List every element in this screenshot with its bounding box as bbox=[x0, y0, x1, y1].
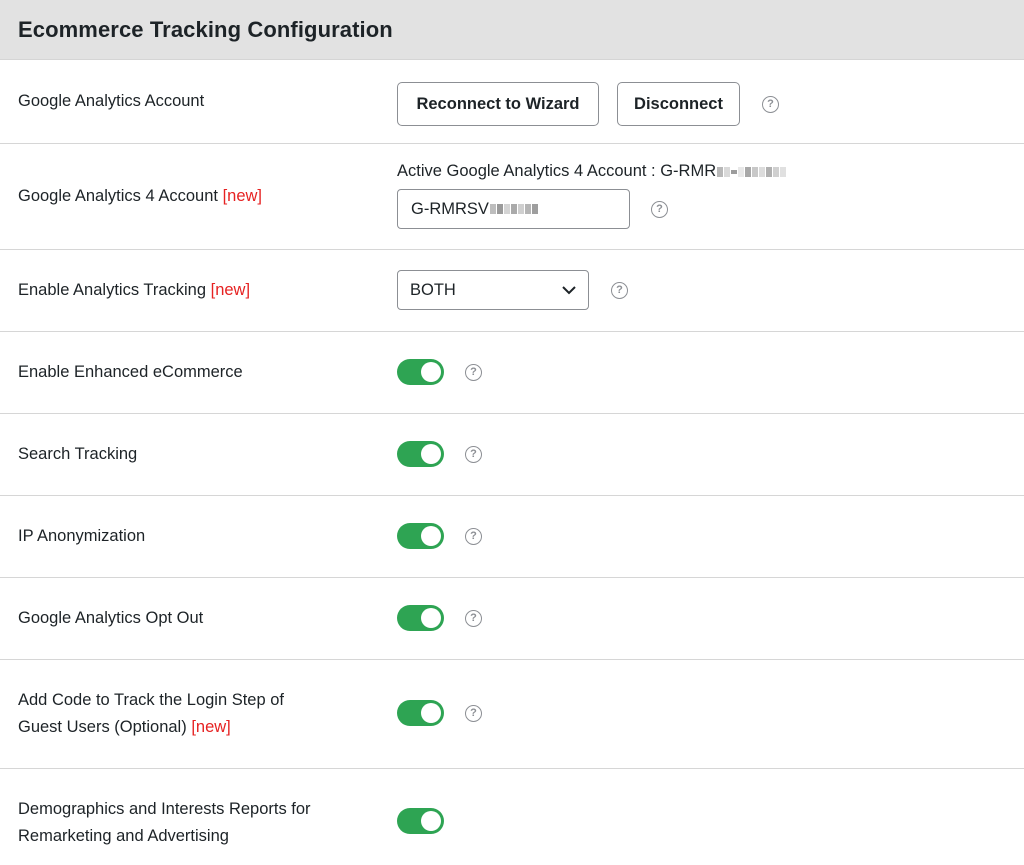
row-demographics: Demographics and Interests Reports for R… bbox=[0, 769, 1024, 865]
help-icon[interactable]: ? bbox=[651, 200, 668, 218]
enhanced-ecommerce-controls: ? bbox=[397, 359, 482, 385]
disconnect-button[interactable]: Disconnect bbox=[617, 82, 740, 126]
demographics-label-line1: Demographics and Interests Reports for bbox=[18, 800, 311, 818]
enhanced-ecommerce-label: Enable Enhanced eCommerce bbox=[18, 363, 243, 381]
help-icon[interactable]: ? bbox=[762, 95, 779, 113]
guest-login-toggle[interactable] bbox=[397, 700, 444, 726]
chevron-down-icon bbox=[562, 285, 576, 294]
help-icon[interactable]: ? bbox=[611, 281, 628, 299]
demographics-toggle[interactable] bbox=[397, 808, 444, 834]
search-tracking-label: Search Tracking bbox=[18, 445, 138, 463]
redacted-id-mask bbox=[717, 166, 787, 177]
ga4-account-controls: Active Google Analytics 4 Account : G-RM… bbox=[397, 162, 787, 229]
ga4-account-label: Google Analytics 4 Account [new] bbox=[18, 183, 378, 210]
row-ga-opt-out: Google Analytics Opt Out ? bbox=[0, 578, 1024, 660]
redacted-input-mask bbox=[489, 204, 538, 214]
demographics-controls bbox=[397, 808, 444, 834]
help-icon[interactable]: ? bbox=[465, 363, 482, 381]
row-ga-account: Google Analytics Account Reconnect to Wi… bbox=[0, 60, 1024, 144]
row-enhanced-ecommerce: Enable Enhanced eCommerce ? bbox=[0, 332, 1024, 414]
row-ga4-account: Google Analytics 4 Account [new] Active … bbox=[0, 144, 1024, 250]
ga4-measurement-id-input[interactable]: G-RMRSV bbox=[397, 189, 630, 229]
ip-anonymization-toggle[interactable] bbox=[397, 523, 444, 549]
ecommerce-tracking-panel: Ecommerce Tracking Configuration Google … bbox=[0, 0, 1024, 865]
page-title: Ecommerce Tracking Configuration bbox=[18, 16, 393, 42]
demographics-label-line2: Remarketing and Advertising bbox=[18, 827, 229, 845]
search-tracking-controls: ? bbox=[397, 441, 482, 467]
search-tracking-toggle[interactable] bbox=[397, 441, 444, 467]
ga4-account-label-text: Google Analytics 4 Account bbox=[18, 187, 218, 205]
guest-login-label-line2: Guest Users (Optional) bbox=[18, 718, 187, 736]
ga4-input-value: G-RMRSV bbox=[411, 199, 489, 218]
ga-account-controls: Reconnect to Wizard Disconnect ? bbox=[397, 82, 779, 126]
analytics-tracking-controls: BOTH ? bbox=[397, 270, 628, 310]
panel-header: Ecommerce Tracking Configuration bbox=[0, 0, 1024, 60]
row-ip-anonymization: IP Anonymization ? bbox=[0, 496, 1024, 578]
new-badge: [new] bbox=[191, 718, 231, 736]
reconnect-wizard-button[interactable]: Reconnect to Wizard bbox=[397, 82, 599, 126]
guest-login-label-line1: Add Code to Track the Login Step of bbox=[18, 691, 285, 709]
active-ga4-account-label: Active Google Analytics 4 Account : G-RM… bbox=[397, 162, 717, 180]
new-badge: [new] bbox=[222, 187, 262, 205]
ga-opt-out-toggle[interactable] bbox=[397, 605, 444, 631]
help-icon[interactable]: ? bbox=[465, 527, 482, 545]
row-analytics-tracking: Enable Analytics Tracking [new] BOTH ? bbox=[0, 250, 1024, 332]
active-ga4-account-text: Active Google Analytics 4 Account : G-RM… bbox=[397, 162, 787, 181]
help-icon[interactable]: ? bbox=[465, 445, 482, 463]
row-search-tracking: Search Tracking ? bbox=[0, 414, 1024, 496]
ip-anonymization-controls: ? bbox=[397, 523, 482, 549]
ga-account-label: Google Analytics Account bbox=[18, 92, 205, 110]
analytics-tracking-select[interactable]: BOTH bbox=[397, 270, 589, 310]
ip-anonymization-label: IP Anonymization bbox=[18, 527, 146, 545]
ga-opt-out-label: Google Analytics Opt Out bbox=[18, 609, 204, 627]
demographics-label: Demographics and Interests Reports for R… bbox=[18, 796, 378, 850]
ga-opt-out-controls: ? bbox=[397, 605, 482, 631]
help-icon[interactable]: ? bbox=[465, 609, 482, 627]
enhanced-ecommerce-toggle[interactable] bbox=[397, 359, 444, 385]
guest-login-label: Add Code to Track the Login Step of Gues… bbox=[18, 687, 378, 741]
analytics-tracking-label-text: Enable Analytics Tracking bbox=[18, 281, 207, 299]
analytics-tracking-label: Enable Analytics Tracking [new] bbox=[18, 277, 378, 304]
guest-login-controls: ? bbox=[397, 700, 482, 726]
new-badge: [new] bbox=[210, 281, 251, 299]
select-value: BOTH bbox=[410, 280, 456, 299]
row-guest-login: Add Code to Track the Login Step of Gues… bbox=[0, 660, 1024, 769]
help-icon[interactable]: ? bbox=[465, 704, 482, 722]
